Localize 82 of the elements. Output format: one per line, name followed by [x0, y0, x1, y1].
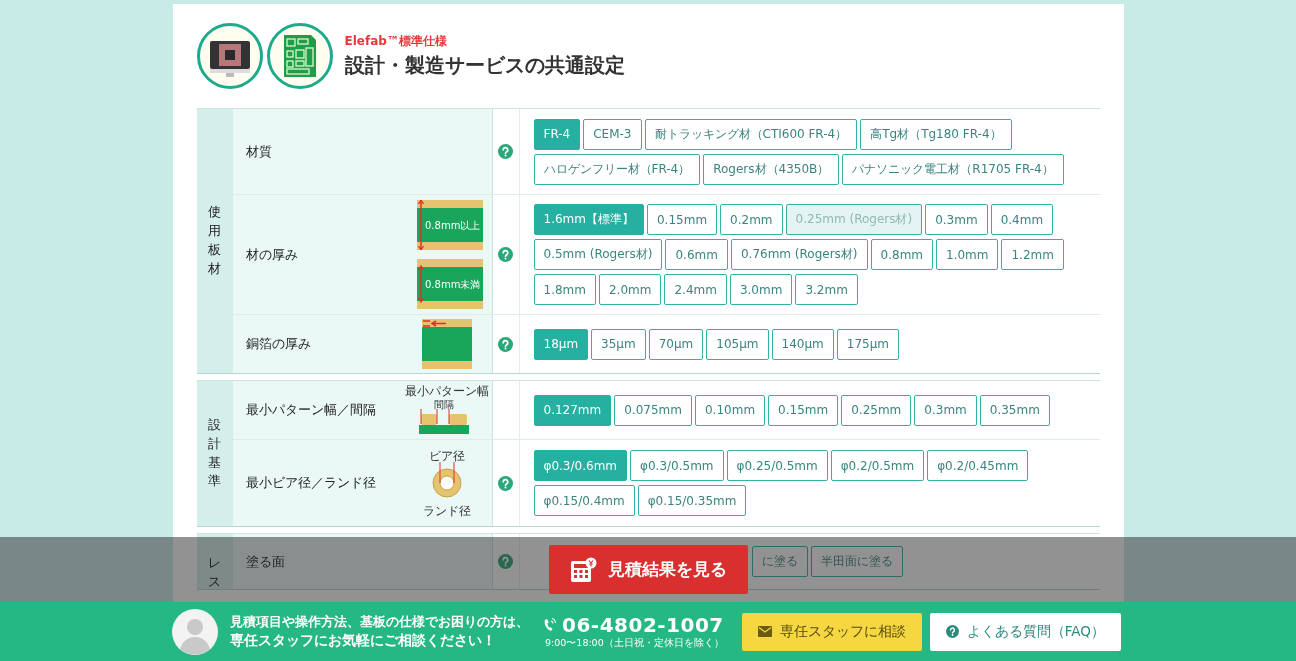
option-button[interactable]: 半田面に塗る — [810, 546, 903, 577]
option-button[interactable]: パナソニック電工材（R1705 FR-4） — [842, 153, 1064, 185]
option-button[interactable]: 0.127mm — [533, 394, 612, 426]
option-button[interactable]: 0.10mm — [694, 394, 766, 426]
mail-icon — [757, 626, 772, 637]
option-button[interactable]: 高Tg材（Tg180 FR-4） — [860, 118, 1012, 150]
option-button[interactable]: 3.0mm — [729, 274, 793, 305]
row-label: 材質 — [232, 109, 403, 195]
option-button[interactable]: 1.6mm【標準】 — [533, 204, 644, 235]
estimate-result-button[interactable]: 見積結果を見る — [548, 545, 748, 594]
option-button[interactable]: 0.4mm — [990, 204, 1054, 235]
option-button[interactable]: φ0.3/0.6mm — [533, 450, 627, 481]
help-icon[interactable] — [498, 336, 513, 352]
help-icon[interactable] — [498, 554, 513, 569]
row-label: 銅箔の厚み — [232, 315, 403, 373]
spacing-caption: 間隔 — [434, 398, 454, 410]
option-button[interactable]: 耐トラッキング材（CTI600 FR-4） — [644, 118, 858, 150]
thickness-caption: 0.8mm以上 — [425, 220, 481, 231]
option-button[interactable]: 0.25mm — [841, 394, 912, 426]
option-button[interactable]: 1.0mm — [936, 239, 999, 270]
option-button[interactable]: FR-4 — [533, 118, 581, 150]
option-button[interactable]: 3.2mm — [795, 274, 858, 305]
option-button[interactable]: 70μm — [648, 328, 704, 360]
group-label: 設計基準 — [196, 381, 233, 526]
row-label: 最小パターン幅／間隔 — [232, 381, 403, 440]
land-diameter-caption: ランド径 — [423, 504, 471, 518]
option-button[interactable]: 0.3mm — [914, 394, 977, 426]
option-button[interactable]: CEM-3 — [583, 118, 642, 150]
row-label: 塗る面 — [232, 534, 403, 589]
group-label: 使用板材 — [196, 109, 233, 373]
row-label: 材の厚み — [232, 195, 403, 315]
option-button[interactable]: φ0.3/0.5mm — [630, 450, 724, 481]
option-button[interactable]: ハロゲンフリー材（FR-4） — [533, 153, 701, 185]
option-button[interactable]: 0.8mm — [870, 239, 933, 270]
pattern-width-caption: 最小パターン幅 — [405, 383, 489, 398]
faq-button[interactable]: よくある質問（FAQ） — [929, 612, 1121, 651]
option-button[interactable]: 0.35mm — [979, 394, 1050, 426]
option-button[interactable]: 0.15mm — [646, 204, 718, 235]
option-button[interactable]: φ0.15/0.4mm — [533, 485, 635, 516]
business-hours: 9:00〜18:00（土日祝・定休日を除く） — [545, 637, 724, 650]
phone-icon — [543, 617, 557, 633]
option-button[interactable]: 140μm — [771, 328, 834, 360]
option-button[interactable]: に塗る — [751, 546, 808, 577]
copper-foil-drawing — [422, 319, 472, 369]
option-button[interactable]: 0.76mm (Rogers材) — [730, 239, 868, 270]
option-button[interactable]: 1.8mm — [533, 274, 596, 305]
option-button[interactable]: 0.075mm — [614, 394, 692, 426]
monitor-chip-icon — [196, 23, 263, 89]
option-button[interactable]: 0.3mm — [925, 204, 988, 235]
help-icon[interactable] — [498, 247, 513, 262]
option-button[interactable]: 105μm — [706, 328, 769, 360]
option-button[interactable]: 0.15mm — [768, 394, 839, 426]
person-avatar — [172, 608, 218, 655]
help-message-line: 見積項目や操作方法、基板の仕様でお困りの方は、 — [230, 613, 529, 631]
via-diameter-caption: ビア径 — [429, 449, 465, 463]
option-button[interactable]: 0.2mm — [720, 204, 783, 235]
option-button[interactable]: φ0.25/0.5mm — [726, 450, 828, 481]
option-button[interactable]: φ0.2/0.45mm — [927, 450, 1029, 481]
help-icon — [945, 625, 959, 638]
brand-label: Elefab™標準仕様 — [344, 33, 448, 50]
group-label: レス — [196, 534, 233, 589]
option-button[interactable]: 0.5mm (Rogers材) — [533, 239, 663, 270]
circuit-board-icon — [266, 23, 333, 89]
help-icon[interactable] — [498, 144, 513, 159]
option-button[interactable]: 175μm — [836, 328, 899, 360]
option-button[interactable]: 35μm — [591, 328, 646, 360]
option-button[interactable]: Rogers材（4350B） — [703, 153, 840, 185]
phone-number: 06-4802-1007 — [562, 613, 724, 637]
option-button[interactable]: 2.0mm — [598, 274, 662, 305]
option-button[interactable]: φ0.15/0.35mm — [637, 485, 747, 516]
help-icon[interactable] — [498, 475, 513, 491]
help-message-line: 専任スタッフにお気軽にご相談ください！ — [230, 630, 497, 650]
contact-staff-button[interactable]: 専任スタッフに相談 — [741, 612, 922, 651]
option-button[interactable]: 2.4mm — [664, 274, 727, 305]
calculator-icon — [569, 556, 598, 583]
option-button[interactable]: 18μm — [533, 328, 589, 360]
row-label: 最小ビア径／ランド径 — [232, 440, 403, 526]
option-button[interactable]: 0.6mm — [665, 239, 728, 270]
option-button[interactable]: φ0.2/0.5mm — [830, 450, 925, 481]
option-button[interactable]: 1.2mm — [1001, 239, 1064, 270]
thickness-caption: 0.8mm未満 — [425, 279, 481, 290]
page-title: 設計・製造サービスの共通設定 — [344, 52, 625, 79]
